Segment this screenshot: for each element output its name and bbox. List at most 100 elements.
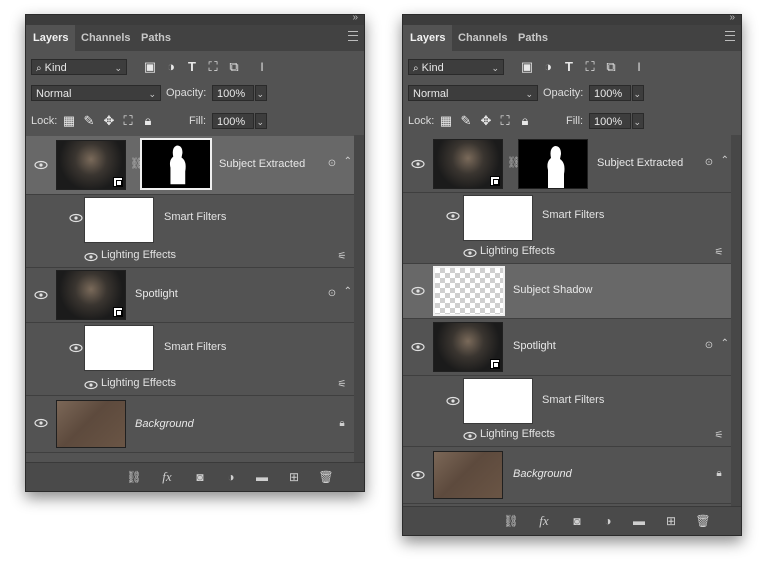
lighting-effects-label[interactable]: Lighting Effects [480,428,555,440]
lock-all-icon[interactable]: 🔒︎ [518,113,532,129]
pixel-filter-icon[interactable]: ▣ [520,59,534,75]
adjustment-filter-icon[interactable]: ◑ [164,59,178,75]
filter-options-icon[interactable]: ⚟ [713,430,725,442]
smart-object-effects-icon[interactable]: ⊙ [703,157,715,169]
smart-object-filter-icon[interactable]: ⧉ [604,59,618,75]
panel-menu-icon[interactable] [725,31,735,41]
tab-channels[interactable]: Channels [451,25,515,51]
layer-row-background[interactable]: Background 🔒︎ [403,447,731,504]
layer-name[interactable]: Spotlight [135,288,178,300]
visibility-eye-icon[interactable] [411,159,425,169]
layer-name[interactable]: Spotlight [513,340,556,352]
lock-artboard-icon[interactable]: ⛶ [121,113,135,129]
fill-input[interactable]: 100% [212,113,254,129]
fill-dropdown[interactable]: ⌄ [255,113,267,129]
folder-icon[interactable]: ▬ [254,469,270,485]
visibility-eye-icon[interactable] [463,431,477,441]
tab-layers[interactable]: Layers [403,25,453,51]
smart-object-filter-icon[interactable]: ⧉ [227,59,241,75]
trash-icon[interactable]: 🗑︎ [695,513,711,529]
lock-move-icon[interactable]: ✥ [479,113,493,129]
type-filter-icon[interactable]: T [562,59,576,75]
smart-filter-mask-thumbnail[interactable] [463,378,533,424]
new-layer-icon[interactable]: ⊞ [663,513,679,529]
chain-link-icon[interactable]: ⛓ [507,156,521,170]
layer-mask-thumbnail[interactable] [518,139,588,189]
layer-thumbnail[interactable] [433,322,503,372]
tab-layers[interactable]: Layers [26,25,76,51]
opacity-input[interactable]: 100% [212,85,254,101]
opacity-dropdown[interactable]: ⌄ [632,85,644,101]
visibility-eye-icon[interactable] [411,286,425,296]
folder-icon[interactable]: ▬ [631,513,647,529]
layer-name[interactable]: Subject Extracted [219,158,305,170]
smart-filters-row[interactable]: Smart Filters Lighting Effects ⚟ [26,195,354,267]
smart-object-effects-icon[interactable]: ⊙ [326,288,338,300]
blend-mode-select[interactable]: Normal ⌄ [31,85,161,101]
tab-channels[interactable]: Channels [74,25,138,51]
visibility-eye-icon[interactable] [446,396,460,406]
lighting-effects-label[interactable]: Lighting Effects [101,249,176,261]
visibility-eye-icon[interactable] [34,160,48,170]
visibility-eye-icon[interactable] [446,211,460,221]
pixel-filter-icon[interactable]: ▣ [143,59,157,75]
adjustment-filter-icon[interactable]: ◑ [541,59,555,75]
lock-artboard-icon[interactable]: ⛶ [498,113,512,129]
smart-filter-mask-thumbnail[interactable] [84,197,154,243]
layer-row-spotlight[interactable]: Spotlight ⊙ ⌃ [26,268,354,323]
tab-paths[interactable]: Paths [134,25,178,51]
lock-transparent-icon[interactable]: ▦ [439,113,453,129]
visibility-eye-icon[interactable] [84,252,98,262]
fx-icon[interactable]: fx [536,513,552,529]
collapse-caret-icon[interactable]: ⌃ [721,155,729,166]
smart-filter-mask-thumbnail[interactable] [463,195,533,241]
visibility-eye-icon[interactable] [411,342,425,352]
panel-collapse-strip[interactable]: » [26,15,364,25]
visibility-eye-icon[interactable] [463,248,477,258]
layer-name[interactable]: Subject Shadow [513,284,593,296]
visibility-eye-icon[interactable] [69,213,83,223]
collapse-caret-icon[interactable]: ⌃ [344,156,352,167]
layer-mask-thumbnail[interactable] [140,138,212,190]
link-layers-icon[interactable]: ⛓ [126,469,142,485]
scrollbar[interactable] [354,135,364,463]
layer-name[interactable]: Background [135,418,194,430]
collapse-caret-icon[interactable]: ⌃ [344,286,352,297]
smart-filters-row[interactable]: Smart Filters Lighting Effects ⚟ [26,323,354,396]
tab-paths[interactable]: Paths [511,25,555,51]
smart-object-effects-icon[interactable]: ⊙ [703,340,715,352]
layer-thumbnail-transparent[interactable] [433,266,505,316]
trash-icon[interactable]: 🗑︎ [318,469,334,485]
layer-thumbnail[interactable] [56,270,126,320]
lighting-effects-label[interactable]: Lighting Effects [101,377,176,389]
fill-dropdown[interactable]: ⌄ [632,113,644,129]
layer-row-subject-extracted[interactable]: ⛓ Subject Extracted ⊙ ⌃ [26,136,354,195]
layer-name[interactable]: Background [513,468,572,480]
filter-options-icon[interactable]: ⚟ [336,251,348,263]
layer-name[interactable]: Subject Extracted [597,157,683,169]
layer-thumbnail[interactable] [433,139,503,189]
fx-icon[interactable]: fx [159,469,175,485]
collapse-caret-icon[interactable]: ⌃ [721,338,729,349]
collapse-icon[interactable]: » [729,15,735,23]
chain-link-icon[interactable]: ⛓ [130,157,144,171]
shape-filter-icon[interactable]: ⛶ [206,59,220,75]
smart-filters-row[interactable]: Smart Filters Lighting Effects ⚟ [403,193,731,264]
layer-thumbnail[interactable] [433,451,503,499]
layer-thumbnail[interactable] [56,140,126,190]
lock-transparent-icon[interactable]: ▦ [62,113,76,129]
smart-filters-row[interactable]: Smart Filters Lighting Effects ⚟ [403,376,731,447]
visibility-eye-icon[interactable] [84,380,98,390]
opacity-dropdown[interactable]: ⌄ [255,85,267,101]
smart-object-effects-icon[interactable]: ⊙ [326,158,338,170]
layer-row-subject-shadow[interactable]: Subject Shadow [403,264,731,319]
layer-row-spotlight[interactable]: Spotlight ⊙ ⌃ [403,319,731,376]
lock-brush-icon[interactable]: ✎ [459,113,473,129]
filter-kind-select[interactable]: ⌕ Kind ⌄ [31,59,127,75]
fill-input[interactable]: 100% [589,113,631,129]
filter-options-icon[interactable]: ⚟ [336,379,348,391]
type-filter-icon[interactable]: T [185,59,199,75]
filter-options-icon[interactable]: ⚟ [713,247,725,259]
layer-row-background[interactable]: Background 🔒︎ [26,396,354,453]
layer-thumbnail[interactable] [56,400,126,448]
